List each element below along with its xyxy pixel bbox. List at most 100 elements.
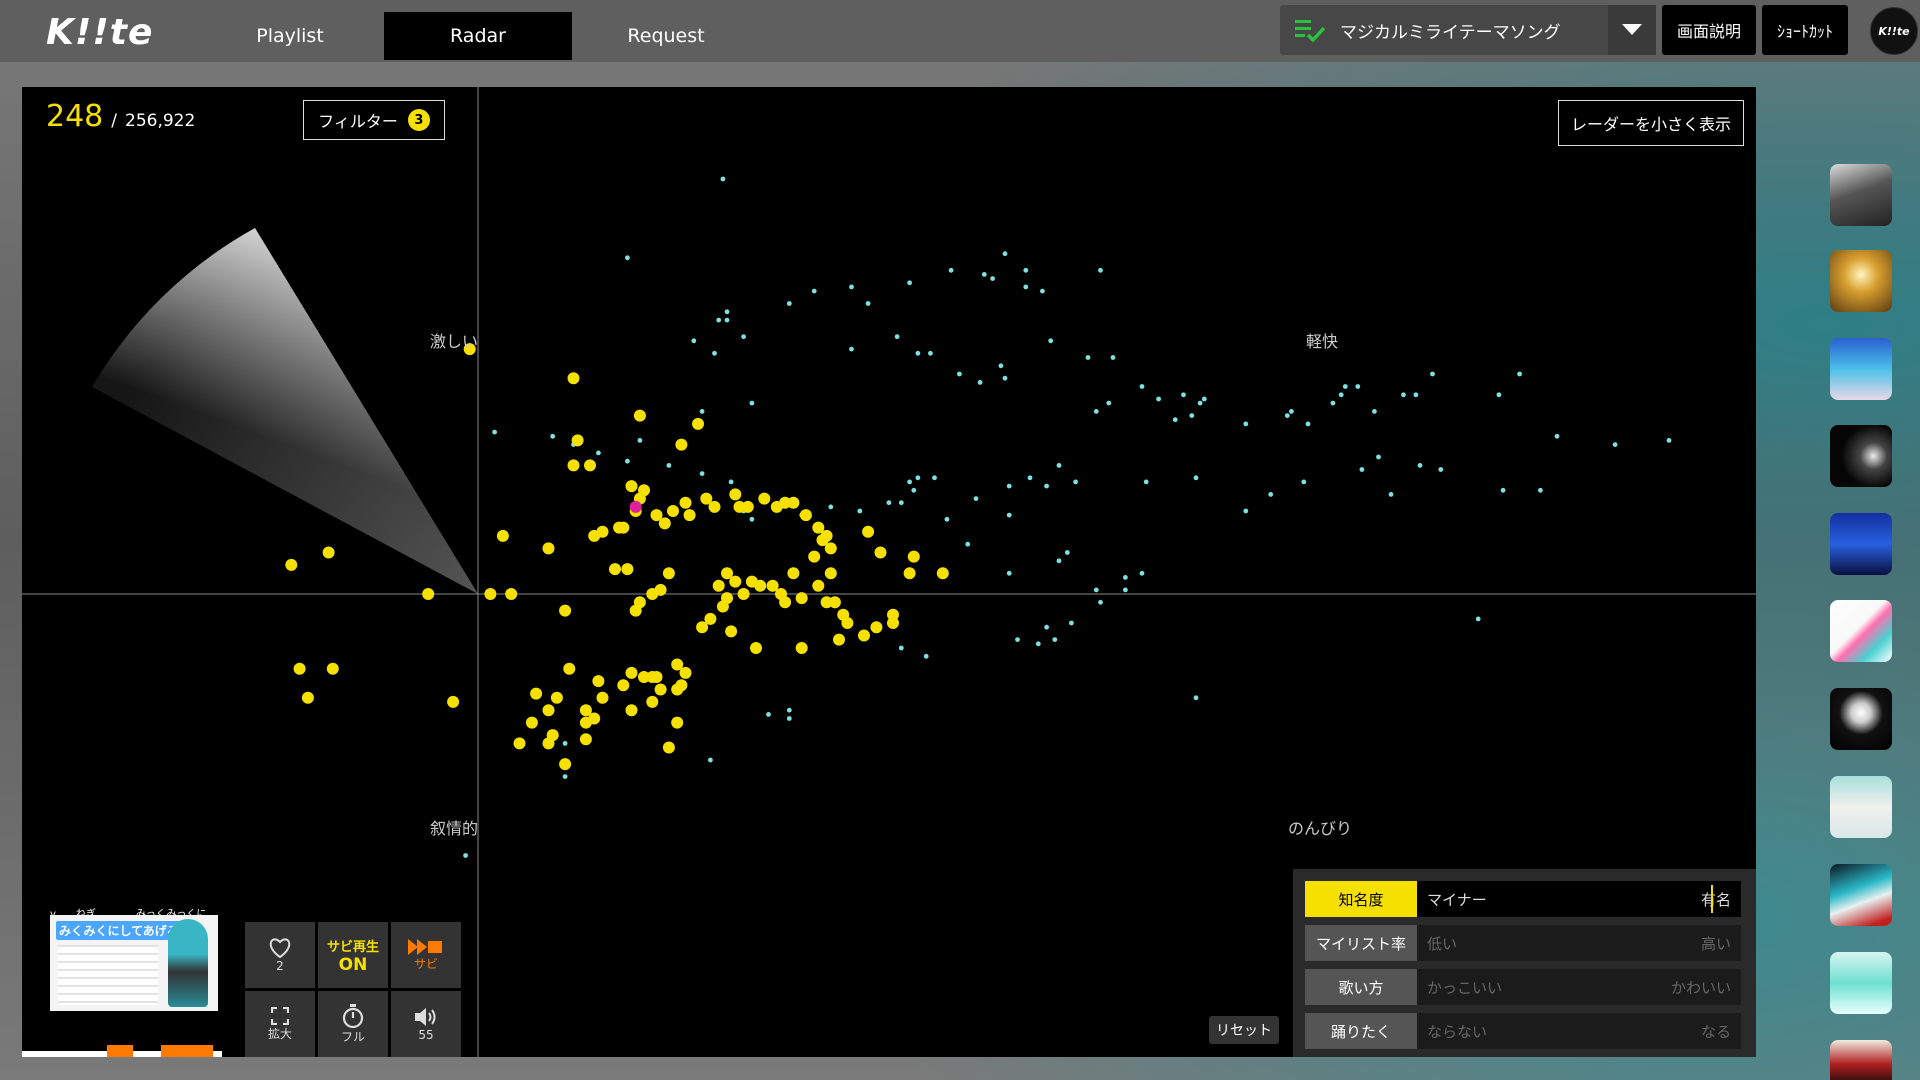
song-point[interactable]	[562, 774, 568, 779]
song-point[interactable]	[1189, 413, 1195, 418]
song-point[interactable]	[1002, 251, 1008, 257]
song-point-match[interactable]	[862, 525, 875, 538]
song-point-match[interactable]	[588, 529, 601, 542]
song-point-match[interactable]	[546, 729, 559, 742]
song-point[interactable]	[1201, 396, 1207, 402]
song-point-match[interactable]	[824, 567, 837, 580]
song-point-match[interactable]	[625, 666, 638, 679]
song-point-match[interactable]	[596, 691, 609, 704]
song-point[interactable]	[944, 516, 950, 522]
slider-popularity[interactable]: 知名度 マイナー 有名	[1305, 881, 1741, 917]
tab-request[interactable]: Request	[572, 12, 760, 60]
song-point[interactable]	[828, 504, 834, 510]
song-point[interactable]	[1388, 492, 1394, 497]
song-point[interactable]	[562, 741, 568, 746]
song-point-match[interactable]	[322, 546, 335, 559]
song-point[interactable]	[849, 284, 854, 290]
shrink-radar-button[interactable]: レーダーを小さく表示	[1558, 100, 1744, 146]
song-point[interactable]	[1538, 487, 1543, 493]
song-point[interactable]	[1044, 483, 1049, 489]
slider-mylist-label[interactable]: マイリスト率	[1305, 925, 1417, 961]
song-point-match[interactable]	[650, 671, 663, 683]
song-point-match[interactable]	[750, 642, 762, 654]
song-point[interactable]	[1438, 467, 1444, 472]
song-point[interactable]	[699, 471, 705, 476]
song-point[interactable]	[1040, 288, 1045, 294]
song-point[interactable]	[786, 301, 792, 306]
song-point[interactable]	[857, 508, 863, 514]
slider-popularity-track[interactable]: マイナー 有名	[1417, 881, 1741, 917]
song-point[interactable]	[1098, 267, 1103, 273]
song-point-match[interactable]	[754, 579, 767, 592]
song-point-match[interactable]	[646, 695, 659, 708]
song-point[interactable]	[1197, 400, 1203, 406]
song-point[interactable]	[708, 757, 713, 763]
song-point[interactable]	[1023, 267, 1029, 273]
song-point[interactable]	[786, 716, 792, 721]
song-point[interactable]	[1093, 409, 1099, 414]
song-point[interactable]	[625, 255, 630, 261]
song-point[interactable]	[1496, 392, 1502, 398]
song-point[interactable]	[1430, 371, 1435, 377]
song-point-match[interactable]	[625, 480, 638, 493]
tab-radar[interactable]: Radar	[384, 12, 572, 60]
song-point-match[interactable]	[530, 687, 543, 700]
song-point-match[interactable]	[422, 588, 435, 600]
song-point[interactable]	[1023, 284, 1029, 290]
song-point[interactable]	[1289, 409, 1294, 414]
song-point-match[interactable]	[874, 546, 887, 559]
song-point[interactable]	[1085, 355, 1091, 360]
song-point-match[interactable]	[654, 683, 667, 696]
song-point-match[interactable]	[696, 621, 709, 634]
song-point-match[interactable]	[787, 567, 800, 580]
song-point[interactable]	[957, 371, 962, 377]
radar-panel[interactable]: 248 / 256,922 フィルター 3 レーダーを小さく表示 激しい 軽快 叙情…	[22, 87, 1756, 1057]
song-point[interactable]	[965, 541, 971, 547]
song-point-match[interactable]	[936, 567, 949, 580]
playlist-thumbnail[interactable]	[1830, 338, 1892, 400]
song-point[interactable]	[1666, 438, 1672, 443]
user-avatar[interactable]: K!!te	[1870, 7, 1918, 55]
song-point[interactable]	[1110, 355, 1116, 360]
song-point[interactable]	[894, 334, 900, 340]
song-point[interactable]	[1376, 454, 1381, 460]
slider-mylist-track[interactable]: 低い 高い	[1417, 925, 1741, 961]
slider-vocal-track[interactable]: かっこいい かわいい	[1417, 969, 1741, 1005]
song-point[interactable]	[749, 400, 755, 406]
song-point[interactable]	[1006, 512, 1012, 518]
playlist-thumbnail[interactable]	[1830, 513, 1892, 575]
song-point[interactable]	[1301, 479, 1307, 485]
playlist-thumbnail[interactable]	[1830, 864, 1892, 926]
song-point-match[interactable]	[584, 459, 596, 472]
song-point[interactable]	[1338, 392, 1344, 398]
slider-dance-track[interactable]: ならない なる	[1417, 1013, 1741, 1049]
song-point[interactable]	[915, 350, 921, 356]
song-point[interactable]	[1517, 371, 1522, 377]
song-point-match[interactable]	[716, 600, 729, 613]
volume-button[interactable]: 55	[391, 991, 461, 1057]
song-point-match[interactable]	[808, 550, 821, 563]
song-point-match[interactable]	[550, 691, 563, 704]
song-point[interactable]	[699, 409, 705, 414]
song-point[interactable]	[1193, 695, 1199, 701]
song-point[interactable]	[1156, 396, 1161, 402]
slider-popularity-handle[interactable]	[1711, 885, 1713, 913]
slider-vocal-label[interactable]: 歌い方	[1305, 969, 1417, 1005]
song-point[interactable]	[741, 334, 746, 340]
song-point-match[interactable]	[758, 492, 771, 505]
reset-button[interactable]: リセット	[1209, 1016, 1279, 1044]
song-point[interactable]	[1243, 421, 1249, 427]
song-point-match[interactable]	[633, 409, 646, 422]
song-point[interactable]	[898, 500, 904, 506]
song-point[interactable]	[637, 438, 643, 443]
song-point[interactable]	[911, 487, 917, 493]
song-point[interactable]	[1554, 433, 1560, 439]
song-point[interactable]	[1064, 550, 1070, 555]
song-point-match[interactable]	[828, 596, 841, 609]
song-point[interactable]	[724, 317, 730, 323]
song-point[interactable]	[1056, 463, 1062, 468]
song-point[interactable]	[1139, 570, 1145, 576]
playlist-thumbnail[interactable]	[1830, 776, 1892, 838]
song-point[interactable]	[915, 475, 921, 481]
song-point[interactable]	[1002, 375, 1008, 381]
